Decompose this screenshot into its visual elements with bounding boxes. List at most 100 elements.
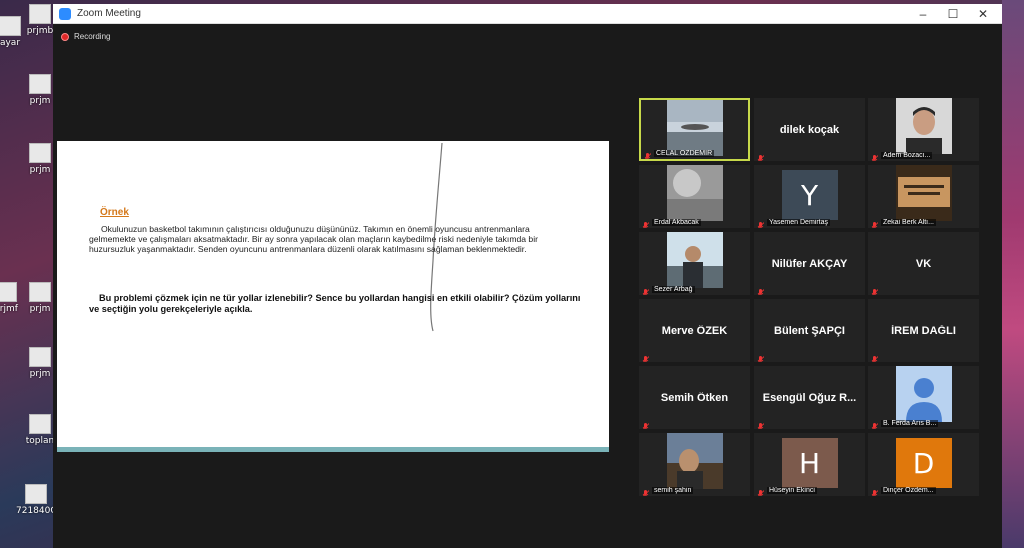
desktop-icon[interactable]: 721840C [16, 484, 57, 516]
participant-video [895, 165, 952, 221]
participant-name: Esengül Oğuz R... [762, 391, 857, 404]
participant-name: Semih Ötken [660, 391, 729, 404]
muted-mic-icon [871, 150, 879, 161]
title-bar[interactable]: Zoom Meeting – ☐ ✕ [53, 4, 1002, 24]
desktop-icon[interactable]: prjmf [0, 282, 26, 314]
muted-mic-icon [642, 217, 650, 228]
participant-name: CELAL ÖZDEMİR [654, 150, 715, 157]
desktop-icon-label: prjm [29, 165, 51, 175]
close-button[interactable]: ✕ [968, 4, 998, 24]
participant-video [895, 98, 952, 154]
muted-mic-icon [642, 418, 650, 429]
muted-mic-icon [642, 485, 650, 496]
slide-paragraph: Okulunuzun basketbol takımının çalıştırı… [89, 224, 538, 255]
participant-name: Adem Bozacı... [881, 152, 933, 159]
participant-name: Erdal Akbacak [652, 219, 701, 226]
file-icon [29, 74, 51, 94]
muted-mic-icon [642, 284, 650, 295]
participant-tile[interactable]: Merve ÖZEK [639, 299, 750, 362]
participant-tile[interactable]: Nilüfer AKÇAY [754, 232, 865, 295]
muted-mic-icon [871, 351, 879, 362]
participant-tile[interactable]: Y Yasemen Demirtaş [754, 165, 865, 228]
profile-avatar-icon [895, 366, 952, 422]
muted-mic-icon [757, 418, 765, 429]
participant-name: dilek koçak [779, 123, 840, 136]
participant-video [666, 232, 723, 288]
muted-mic-icon [757, 150, 765, 161]
file-icon [0, 282, 17, 302]
participant-tile[interactable]: H Hüseyin Ekinci [754, 433, 865, 496]
minimize-button[interactable]: – [908, 4, 938, 24]
zoom-window: Zoom Meeting – ☐ ✕ Recording Örnek Okulu… [53, 4, 1002, 548]
participant-video [666, 165, 723, 221]
letter-avatar: D [895, 438, 952, 488]
muted-mic-icon [757, 284, 765, 295]
window-title: Zoom Meeting [77, 8, 141, 19]
participant-tile[interactable]: Sezer Arbağ [639, 232, 750, 295]
participant-name: B. Ferda Arıs B... [881, 420, 939, 427]
participant-tile[interactable]: Bülent ŞAPÇI [754, 299, 865, 362]
slide-heading: Örnek [100, 207, 129, 218]
participant-name: Yasemen Demirtaş [767, 219, 831, 226]
desktop-icon-label: 721840C [16, 506, 57, 516]
participant-tile[interactable]: dilek koçak [754, 98, 865, 161]
participant-name: Merve ÖZEK [661, 324, 728, 337]
muted-mic-icon [642, 351, 650, 362]
slide-question: Bu problemi çözmek için ne tür yollar iz… [89, 293, 581, 314]
participant-tile[interactable]: Erdal Akbacak [639, 165, 750, 228]
muted-mic-icon [644, 148, 652, 159]
participant-name: semih şahin [652, 487, 694, 494]
zoom-app-icon [59, 7, 71, 20]
desktop-icon-label: ayar [0, 38, 21, 48]
file-icon [0, 16, 21, 36]
muted-mic-icon [757, 485, 765, 496]
maximize-button[interactable]: ☐ [938, 4, 968, 24]
participant-name: Hüseyin Ekinci [767, 487, 817, 494]
recording-dot-icon [61, 32, 69, 41]
file-icon [29, 414, 51, 434]
desktop-icon-label: prjm [29, 369, 51, 379]
participant-tile[interactable]: Esengül Oğuz R... [754, 366, 865, 429]
file-icon [29, 347, 51, 367]
participant-video [666, 433, 723, 489]
participant-tile[interactable]: İREM DAĞLI [868, 299, 979, 362]
participant-tile[interactable]: D Dinçer Özdem... [868, 433, 979, 496]
letter-avatar: Y [781, 170, 838, 220]
muted-mic-icon [871, 217, 879, 228]
muted-mic-icon [871, 284, 879, 295]
participant-tile[interactable]: Adem Bozacı... [868, 98, 979, 161]
participant-tile[interactable]: CELAL ÖZDEMİR [639, 98, 750, 161]
file-icon [25, 484, 47, 504]
desktop-background-edge [1002, 0, 1024, 548]
muted-mic-icon [757, 217, 765, 228]
participant-name: Zekai Berk Altı... [881, 219, 936, 226]
desktop-icon-label: prjm [29, 304, 51, 314]
participant-tile[interactable]: Zekai Berk Altı... [868, 165, 979, 228]
participant-tile[interactable]: Semih Ötken [639, 366, 750, 429]
participant-name: Sezer Arbağ [652, 286, 695, 293]
participant-tile[interactable]: B. Ferda Arıs B... [868, 366, 979, 429]
participant-name: Bülent ŞAPÇI [774, 324, 845, 337]
file-icon [29, 4, 51, 24]
participant-tile[interactable]: semih şahin [639, 433, 750, 496]
participant-tile[interactable]: VK [868, 232, 979, 295]
muted-mic-icon [871, 418, 879, 429]
participant-name: Dinçer Özdem... [881, 487, 936, 494]
recording-indicator[interactable]: Recording [61, 32, 110, 41]
participant-video [666, 100, 723, 156]
letter-avatar: H [781, 438, 838, 488]
desktop-icon-label: prjmf [0, 304, 18, 314]
recording-label: Recording [74, 32, 111, 41]
slide-footer-bar [57, 447, 609, 452]
muted-mic-icon [871, 485, 879, 496]
desktop-icon-label: toplan [25, 436, 55, 446]
muted-mic-icon [757, 351, 765, 362]
participant-name: VK [915, 257, 932, 270]
shared-screen-slide: Örnek Okulunuzun basketbol takımının çal… [57, 141, 609, 452]
participant-name: Nilüfer AKÇAY [771, 257, 848, 270]
desktop-icon-label: prjmb [26, 26, 54, 36]
desktop-icon-label: prjm [29, 96, 51, 106]
file-icon [29, 143, 51, 163]
file-icon [29, 282, 51, 302]
participant-name: İREM DAĞLI [891, 324, 956, 337]
